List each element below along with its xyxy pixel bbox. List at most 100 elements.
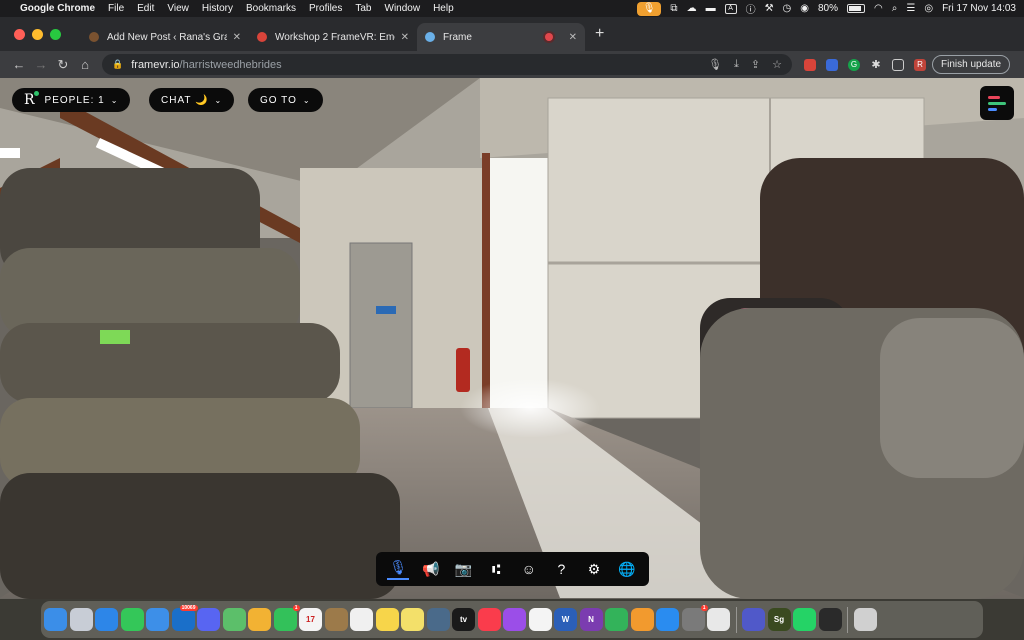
dock-calendar-icon[interactable]: 17 — [299, 608, 322, 631]
battery-icon[interactable] — [847, 4, 866, 13]
dock-sketchup-icon[interactable]: Sg — [767, 608, 791, 631]
grammarly-extension-icon[interactable]: G — [848, 58, 860, 71]
finish-update-button[interactable]: Finish update — [932, 55, 1011, 74]
goto-button[interactable]: GO TO ⌄ — [248, 88, 323, 112]
dock-safari-icon[interactable] — [95, 608, 118, 631]
sidebar-icon[interactable] — [892, 58, 904, 71]
address-bar[interactable]: 🔒 framevr.io/harristweedhebrides 🎙 ⤓ ⇪ ☆ — [102, 54, 792, 75]
seat-icon[interactable]: ⑆ — [485, 561, 507, 577]
dock-reminders-icon[interactable] — [350, 608, 373, 631]
close-window-button[interactable] — [14, 28, 25, 40]
settings-icon[interactable]: ⚙ — [583, 561, 605, 578]
dock-notes-icon[interactable] — [375, 608, 399, 631]
home-icon[interactable]: ⌂ — [74, 57, 96, 72]
frame-bottom-toolbar: 🎙 📢 📷 ⑆ ☺ ? ⚙ 🌐 — [376, 552, 649, 586]
dock-whatsapp-icon[interactable] — [793, 608, 816, 631]
lock-icon[interactable]: 🔒 — [112, 59, 123, 70]
dock-stickies-icon[interactable] — [401, 608, 424, 631]
install-app-icon[interactable]: ⤓ — [734, 58, 739, 71]
dock-finder-icon[interactable] — [44, 608, 67, 631]
new-tab-button[interactable]: + — [595, 25, 604, 43]
profile-avatar[interactable]: R — [914, 58, 926, 71]
dock-numbers-icon[interactable] — [605, 608, 628, 631]
emoji-icon[interactable]: ☺ — [518, 561, 540, 577]
globe-icon[interactable]: 🌐 — [616, 561, 638, 578]
menu-edit[interactable]: Edit — [137, 3, 154, 14]
message-icon[interactable]: ▬ — [706, 3, 716, 14]
siri-icon[interactable]: ◎ — [924, 3, 933, 14]
frame-menu-button[interactable] — [980, 86, 1014, 120]
dock-app-store-icon[interactable] — [656, 608, 679, 631]
screen-share-icon[interactable]: ⧉ — [670, 3, 677, 14]
dock-podcasts-icon[interactable] — [503, 608, 526, 631]
dock-teams-icon[interactable] — [742, 608, 765, 631]
menu-history[interactable]: History — [202, 3, 233, 14]
battery-percent[interactable]: 80% — [818, 3, 838, 14]
help-icon[interactable]: ? — [550, 561, 572, 577]
tab-frame[interactable]: Frame ✕ — [417, 23, 585, 51]
dock-music-icon[interactable] — [477, 608, 501, 631]
puzzle-icon[interactable]: ✱ — [870, 59, 882, 71]
control-center-icon[interactable]: ☰ — [906, 3, 915, 14]
wifi-icon[interactable]: ◠ — [874, 3, 883, 14]
time-machine-icon[interactable]: ◷ — [783, 3, 792, 14]
close-tab-icon[interactable]: ✕ — [569, 32, 577, 43]
megaphone-icon[interactable]: 📢 — [420, 561, 442, 578]
microphone-icon[interactable]: 🎙 — [708, 58, 722, 71]
extension-red-icon[interactable] — [804, 58, 816, 71]
dock-discord-icon[interactable] — [197, 608, 220, 631]
date-time[interactable]: Fri 17 Nov 14:03 — [942, 3, 1016, 14]
menu-file[interactable]: File — [108, 3, 124, 14]
spotlight-icon[interactable]: ⌕ — [892, 3, 898, 14]
dock-mail-icon[interactable] — [146, 608, 169, 631]
back-icon[interactable]: ← — [8, 57, 30, 72]
dock-chrome-icon[interactable] — [707, 608, 730, 631]
dock-photos-icon[interactable] — [248, 608, 271, 631]
dock-pages-icon[interactable] — [630, 608, 654, 631]
dock-notes-brown-icon[interactable] — [324, 608, 348, 631]
minimize-window-button[interactable] — [32, 28, 43, 40]
close-tab-icon[interactable]: ✕ — [233, 32, 241, 43]
reload-icon[interactable]: ↻ — [52, 57, 74, 73]
tools-icon[interactable]: ⚒ — [765, 3, 774, 14]
menu-tab[interactable]: Tab — [355, 3, 371, 14]
dock-facetime-icon[interactable]: 1 — [273, 605, 300, 631]
info-icon[interactable]: ⓘ — [746, 1, 756, 16]
dock-maps-icon[interactable] — [222, 608, 246, 631]
chevron-down-icon: ⌄ — [110, 95, 119, 105]
people-button[interactable]: R PEOPLE: 1 ⌄ — [12, 88, 131, 112]
dock-news-icon[interactable] — [528, 608, 552, 631]
grammarly-icon[interactable]: ◉ — [800, 3, 809, 14]
dock-launchpad-icon[interactable] — [69, 608, 93, 631]
share-icon[interactable]: ⇪ — [751, 58, 760, 71]
app-name[interactable]: Google Chrome — [20, 3, 95, 14]
dock-onenote-icon[interactable]: N — [579, 608, 603, 631]
tab-workshop-framevr[interactable]: Workshop 2 FrameVR: Emergin ✕ — [249, 23, 417, 51]
menu-bookmarks[interactable]: Bookmarks — [246, 3, 296, 14]
creative-cloud-icon[interactable]: ☁ — [687, 3, 697, 14]
extension-blue-icon[interactable] — [826, 58, 838, 71]
microphone-icon[interactable]: 🎙 — [387, 559, 410, 580]
zoom-window-button[interactable] — [50, 28, 61, 40]
microphone-in-use-icon[interactable]: 🎙 — [636, 1, 662, 16]
dock-tv-icon[interactable]: tv — [452, 608, 475, 631]
forward-icon[interactable]: → — [30, 57, 52, 72]
dock-system-settings-icon[interactable]: 1 — [681, 605, 708, 631]
camera-icon[interactable]: 📷 — [453, 561, 475, 578]
dock-quicktime-icon[interactable] — [426, 608, 450, 631]
menu-window[interactable]: Window — [385, 3, 421, 14]
menu-profiles[interactable]: Profiles — [309, 3, 342, 14]
menu-view[interactable]: View — [167, 3, 189, 14]
dock-trash-icon[interactable] — [853, 608, 877, 631]
input-source-icon[interactable]: A — [724, 3, 737, 14]
vr-scene-viewport[interactable]: R PEOPLE: 1 ⌄ CHAT 🌙 ⌄ GO TO ⌄ 🎙 📢 📷 ⑆ ☺… — [0, 78, 1024, 599]
close-tab-icon[interactable]: ✕ — [401, 32, 409, 43]
dock-messages-icon[interactable] — [120, 608, 144, 631]
dock-word-icon[interactable]: W — [554, 608, 577, 631]
tab-add-new-post[interactable]: Add New Post ‹ Rana's Graphic ✕ — [81, 23, 249, 51]
bookmark-star-icon[interactable]: ☆ — [772, 58, 782, 71]
menu-help[interactable]: Help — [433, 3, 454, 14]
dock-terminal-icon[interactable] — [818, 608, 842, 631]
chat-button[interactable]: CHAT 🌙 ⌄ — [149, 88, 235, 112]
dock-outlook-icon[interactable]: 10069 — [171, 605, 198, 631]
